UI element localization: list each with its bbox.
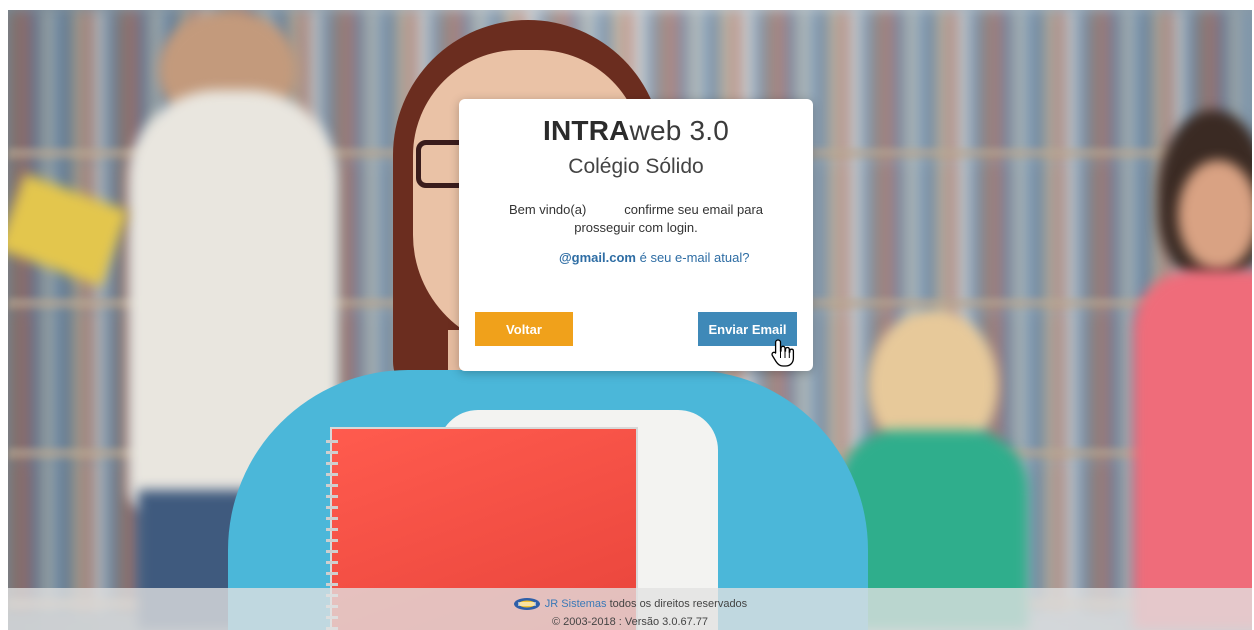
background-student-face <box>1178 160 1252 270</box>
jr-sistemas-logo-icon <box>513 598 540 611</box>
welcome-message: Bem vindo(a) confirme seu email para pros… <box>491 201 781 237</box>
email-question-text: é seu e-mail atual? <box>635 250 750 265</box>
welcome-text: Bem vindo(a) <box>508 202 587 217</box>
email-question: @gmail.com é seu e-mail atual? <box>459 250 813 265</box>
hand-pointer-icon <box>771 339 795 367</box>
footer-version: © 2003-2018 : Versão 3.0.67.77 <box>551 616 709 628</box>
background-student-body <box>1133 270 1252 630</box>
brand-version: web 3.0 <box>629 115 729 146</box>
app-logo-title: INTRAweb 3.0 <box>459 115 813 147</box>
footer-rights-text: todos os direitos reservados <box>606 598 748 610</box>
page-footer: JR Sistemas todos os direitos reservados… <box>8 588 1252 630</box>
email-confirmation-card: INTRAweb 3.0 Colégio Sólido Bem vindo(a)… <box>459 99 813 371</box>
jr-sistemas-link[interactable]: JR Sistemas <box>545 598 607 610</box>
footer-copyright-line: JR Sistemas todos os direitos reservados <box>8 596 1252 612</box>
confirm-text: confirme seu email para prosseguir com l… <box>574 202 764 235</box>
email-address: @gmail.com <box>559 250 636 265</box>
brand-bold: INTRA <box>542 115 630 146</box>
school-name: Colégio Sólido <box>568 155 704 178</box>
back-button[interactable]: Voltar <box>475 312 573 346</box>
